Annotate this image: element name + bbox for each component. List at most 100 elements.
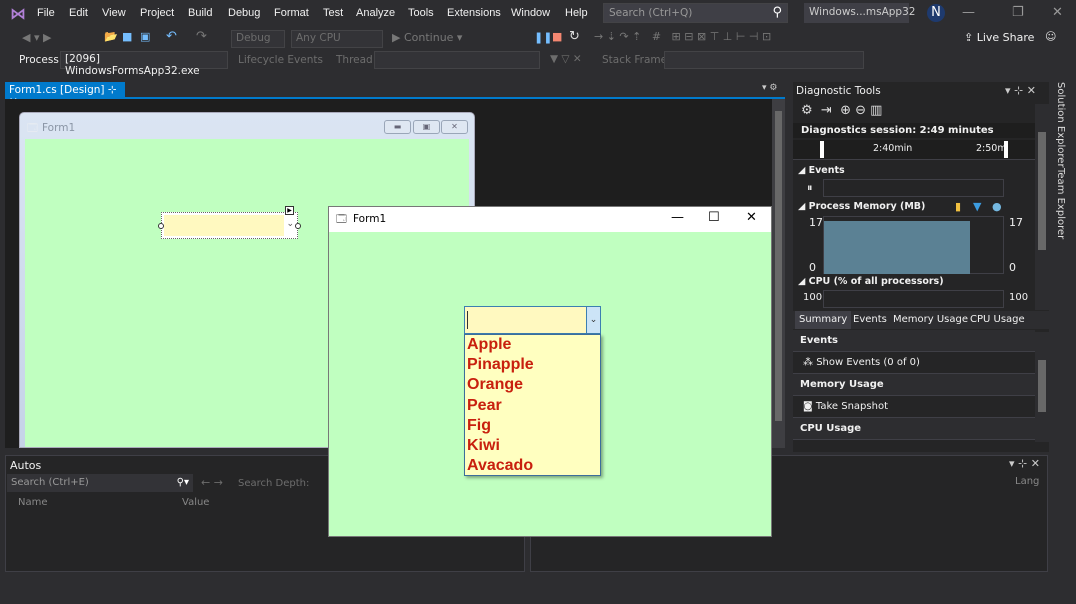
save-icon[interactable]: ■ <box>122 30 132 43</box>
menu-tools[interactable]: Tools <box>408 7 434 19</box>
feedback-icon[interactable]: ☺ <box>1045 30 1056 43</box>
lifecycle-events-button[interactable]: Lifecycle Events <box>238 54 323 66</box>
tab-summary[interactable]: Summary <box>795 311 852 329</box>
column-name[interactable]: Name <box>18 497 48 508</box>
designer-scrollbar[interactable] <box>772 99 785 448</box>
form-icon: 🗔 <box>336 214 347 225</box>
configuration-dropdown[interactable]: Debug <box>231 30 285 48</box>
open-icon[interactable]: 📂 <box>104 30 118 43</box>
fruit-combobox[interactable]: ⌄ <box>464 306 601 334</box>
minimize-icon[interactable]: — <box>671 210 684 225</box>
list-item[interactable]: Fig <box>465 416 600 436</box>
show-events-button[interactable]: ⁂ Show Events (0 of 0) <box>793 352 1035 374</box>
search-icon: ⚲▾ <box>176 477 189 488</box>
break-all-icon[interactable]: ❚❚ <box>534 31 552 44</box>
tab-memory-usage[interactable]: Memory Usage <box>893 314 968 325</box>
tab-cpu-usage[interactable]: CPU Usage <box>970 314 1025 325</box>
pause-icon[interactable]: ⏸ <box>807 181 813 195</box>
menu-format[interactable]: Format <box>274 7 309 19</box>
chevron-down-icon[interactable]: ⌄ <box>586 307 600 333</box>
tab-form1-design[interactable]: Form1.cs [Design] ⊹ ✕ <box>5 82 125 108</box>
continue-button[interactable]: ▶ Continue ▾ <box>392 31 462 44</box>
step-icons[interactable]: → ⇣ ↷ ⇡ # ⊞ ⊟ ⊠ ⊤ ⊥ ⊢ ⊣ ⊡ <box>594 30 771 43</box>
smart-tag-icon[interactable]: ▶ <box>285 206 294 215</box>
running-form-titlebar[interactable]: 🗔 Form1 — ☐ ✕ <box>329 207 771 232</box>
tab-dropdown-icon[interactable]: ▾ ⚙ <box>762 83 777 93</box>
designer-form-title: Form1 <box>42 122 76 134</box>
maximize-icon[interactable]: ☐ <box>708 210 720 225</box>
save-all-icon[interactable]: ▣ <box>140 30 150 43</box>
resize-handle[interactable] <box>295 223 301 229</box>
cpu-graph-header[interactable]: ◢ CPU (% of all processors) <box>798 276 944 287</box>
restore-icon[interactable]: ❐ <box>1012 5 1024 20</box>
toolbar-icons[interactable]: ⚙ ⇥ ⊕ ⊖ ▥ <box>801 103 882 118</box>
column-lang[interactable]: Lang <box>1015 476 1039 487</box>
solution-explorer-tab[interactable]: Solution Explorer <box>1055 82 1066 168</box>
menu-view[interactable]: View <box>102 7 126 19</box>
list-item[interactable]: Orange <box>465 375 600 395</box>
resize-handle[interactable] <box>158 223 164 229</box>
avatar[interactable]: N <box>927 4 945 22</box>
search-back-forward-icons[interactable]: ← → <box>201 476 223 489</box>
quick-search-input[interactable]: Search (Ctrl+Q) ⚲ <box>603 3 788 23</box>
column-value[interactable]: Value <box>182 497 209 508</box>
search-placeholder: Search (Ctrl+E) <box>11 477 89 488</box>
snapshot-circle-icon: ● <box>992 200 1002 213</box>
panel-controls-icon[interactable]: ▾ ⊹ ✕ <box>1005 84 1036 97</box>
menu-edit[interactable]: Edit <box>69 7 88 19</box>
debug-location-bar: Process: [2096] WindowsFormsApp32.exe Li… <box>0 50 1076 77</box>
menu-help[interactable]: Help <box>565 7 588 19</box>
minimize-icon[interactable]: — <box>962 5 975 20</box>
platform-dropdown[interactable]: Any CPU <box>291 30 383 48</box>
live-share-button[interactable]: ⇪ Live Share <box>964 31 1034 44</box>
list-item[interactable]: Pinapple <box>465 355 600 375</box>
events-graph-header[interactable]: ◢ Events <box>798 165 845 176</box>
search-icon: ⚲ <box>772 5 782 20</box>
stack-frame-dropdown[interactable] <box>664 51 864 69</box>
solution-name: Windows...msApp32 <box>804 3 915 23</box>
section-cpu-usage: CPU Usage <box>793 418 1035 440</box>
menu-window[interactable]: Window <box>511 7 550 19</box>
tick-label: 2:50m <box>976 143 1007 154</box>
list-item[interactable]: Kiwi <box>465 436 600 456</box>
camera-icon: ◙ <box>803 401 813 412</box>
menu-extensions[interactable]: Extensions <box>447 7 501 19</box>
stop-icon[interactable]: ■ <box>552 30 562 43</box>
graph-scrollbar[interactable] <box>1035 104 1049 310</box>
summary-scrollbar[interactable] <box>1035 332 1049 442</box>
document-tab-strip: Form1.cs [Design] ⊹ ✕ ▾ ⚙ <box>5 82 785 108</box>
memory-min-left: 0 <box>809 261 816 274</box>
process-dropdown[interactable]: [2096] WindowsFormsApp32.exe <box>60 51 228 77</box>
take-snapshot-button[interactable]: ◙ Take Snapshot <box>793 396 1035 418</box>
autos-search-input[interactable]: Search (Ctrl+E) ⚲▾ <box>7 474 193 492</box>
close-icon[interactable]: ✕ <box>746 210 757 225</box>
menu-file[interactable]: File <box>37 7 55 19</box>
panel-controls-icon[interactable]: ▾ ⊹ ✕ <box>1009 457 1040 470</box>
team-explorer-tab[interactable]: Team Explorer <box>1055 168 1066 239</box>
menu-build[interactable]: Build <box>188 7 212 19</box>
list-item[interactable]: Apple <box>465 335 600 355</box>
designer-combobox[interactable]: ⌄ ▶ <box>158 206 301 239</box>
undo-icon[interactable]: ↶ <box>166 29 177 44</box>
restart-icon[interactable]: ↻ <box>569 29 580 44</box>
redo-icon[interactable]: ↷ <box>196 29 207 44</box>
autos-title: Autos <box>10 459 42 472</box>
list-item[interactable]: Avacado <box>465 456 600 476</box>
filter-icon[interactable]: ▼ ▽ ✕ <box>550 53 582 65</box>
memory-graph-header[interactable]: ◢ Process Memory (MB) <box>798 201 925 212</box>
timeline-ruler[interactable]: 2:40min 2:50m <box>793 140 1035 160</box>
session-duration: Diagnostics session: 2:49 minutes <box>793 123 1035 138</box>
menu-test[interactable]: Test <box>323 7 343 19</box>
menu-project[interactable]: Project <box>140 7 174 19</box>
thread-dropdown[interactable] <box>374 51 540 69</box>
navigate-back-icon[interactable]: ◀ ▾ ▶ <box>22 31 51 44</box>
menu-analyze[interactable]: Analyze <box>356 7 395 19</box>
menu-debug[interactable]: Debug <box>228 7 260 19</box>
close-icon[interactable]: ✕ <box>1052 5 1063 20</box>
pin-icon[interactable]: ⊹ <box>108 84 117 96</box>
list-item[interactable]: Pear <box>465 396 600 416</box>
side-tab-strip: Solution Explorer Team Explorer <box>1052 82 1072 452</box>
running-form-title: Form1 <box>353 213 387 225</box>
tab-events[interactable]: Events <box>853 314 887 325</box>
section-events: Events <box>793 330 1035 352</box>
